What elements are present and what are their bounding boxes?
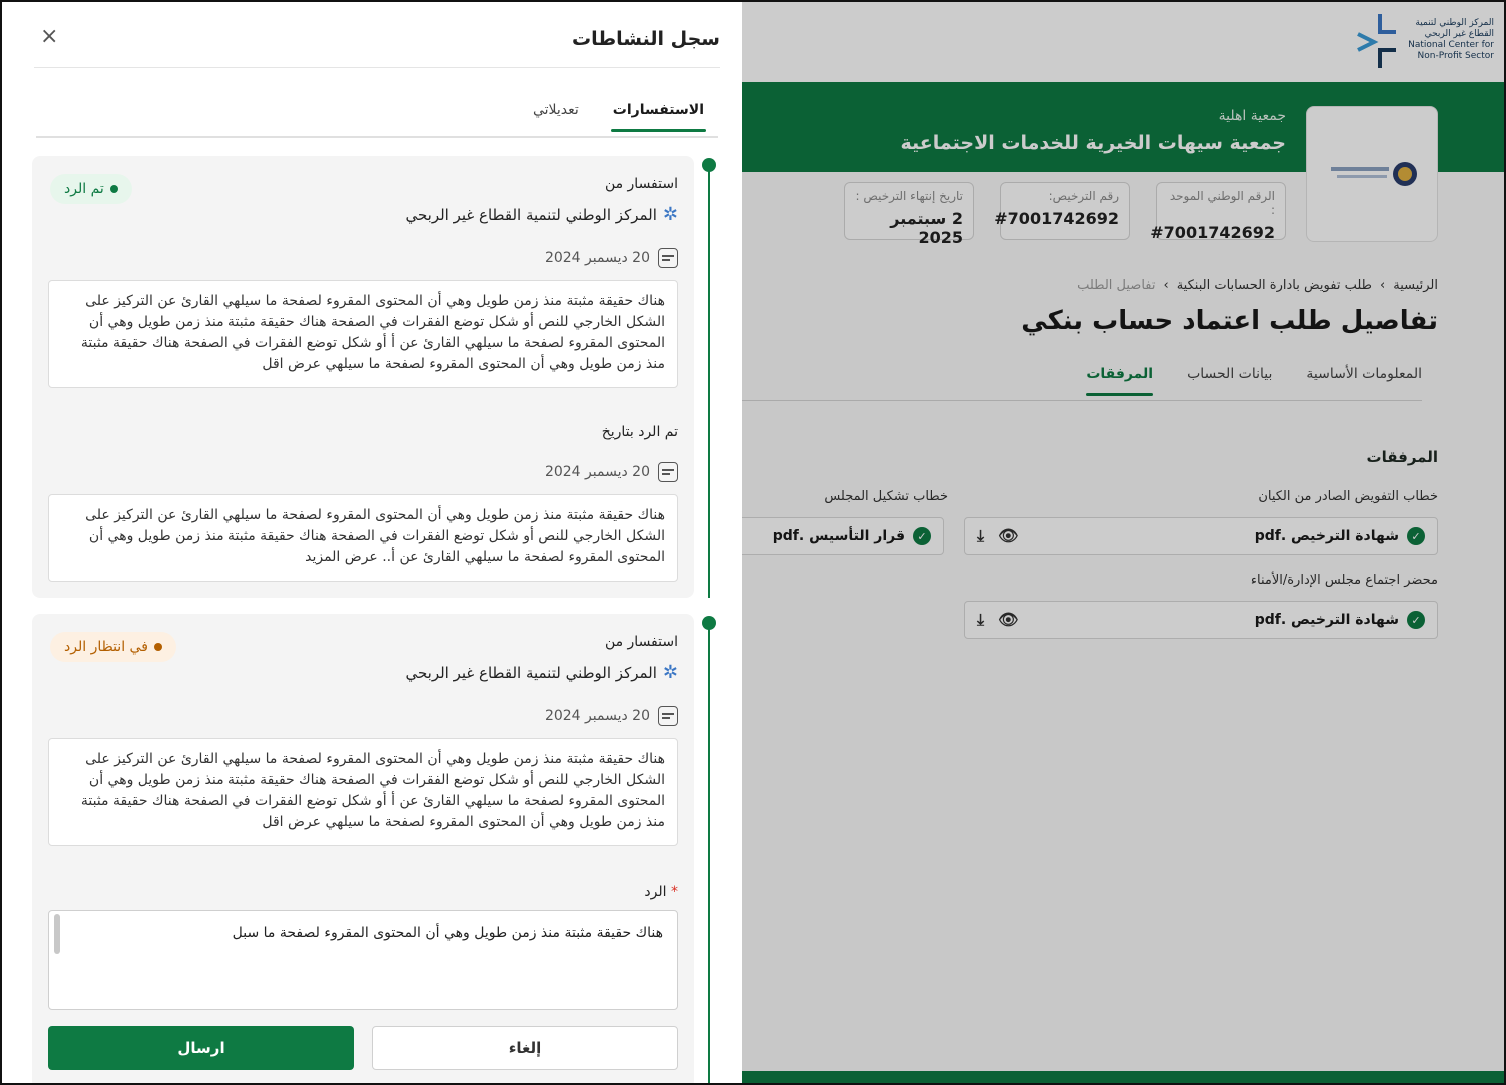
reply-field-label: * الرد [644, 884, 678, 900]
activity-log-panel: سجل النشاطات × الاستفسارات تعديلاتي استف… [4, 4, 742, 1083]
inquiry-org: ✲ المركز الوطني لتنمية القطاع غير الربحي [405, 204, 678, 225]
panel-tabs: الاستفسارات تعديلاتي [533, 102, 707, 132]
inquiry-date: 20 ديسمبر 2024 [545, 706, 678, 726]
reply-textarea[interactable]: هناك حقيقة مثبتة منذ زمن طويل وهي أن الم… [48, 910, 678, 1010]
send-button[interactable]: ارسال [48, 1026, 354, 1070]
cancel-button[interactable]: إلغاء [372, 1026, 678, 1070]
textarea-scrollbar[interactable] [54, 914, 60, 954]
status-text: تم الرد [64, 181, 104, 197]
status-badge: في انتظار الرد [50, 632, 176, 662]
org-name: المركز الوطني لتنمية القطاع غير الربحي [405, 205, 657, 224]
panel-header: سجل النشاطات × [34, 24, 720, 68]
inquiry-from-label: استفسار من [604, 176, 678, 192]
replied-on-label: تم الرد بتاريخ [601, 424, 678, 440]
date-text: 20 ديسمبر 2024 [544, 464, 650, 480]
status-badge: تم الرد [50, 174, 132, 204]
ncnp-star-icon: ✲ [662, 204, 678, 225]
timeline-line [708, 166, 710, 598]
reply-date: 20 ديسمبر 2024 [545, 462, 678, 482]
calendar-icon [658, 248, 678, 268]
modal-overlay[interactable] [742, 2, 1504, 1083]
inquiry-card: استفسار من في انتظار الرد ✲ المركز الوطن… [32, 614, 694, 1083]
ncnp-star-icon: ✲ [662, 662, 678, 683]
org-name: المركز الوطني لتنمية القطاع غير الربحي [405, 663, 657, 682]
status-dot [109, 185, 118, 193]
screen: المركز الوطني لتنمية القطاع غير الربحي N… [0, 0, 1506, 1085]
reply-label-text: الرد [644, 884, 667, 900]
timeline-dot [702, 158, 716, 172]
date-text: 20 ديسمبر 2024 [544, 250, 650, 266]
inquiry-date: 20 ديسمبر 2024 [545, 248, 678, 268]
reply-text: هناك حقيقة مثبتة منذ زمن طويل وهي أن الم… [48, 494, 678, 582]
status-text: في انتظار الرد [64, 639, 148, 655]
panel-title: سجل النشاطات [572, 28, 720, 50]
panel-tabs-divider [36, 136, 718, 138]
inquiry-card: استفسار من تم الرد ✲ المركز الوطني لتنمي… [32, 156, 694, 598]
inquiry-text: هناك حقيقة مثبتة منذ زمن طويل وهي أن الم… [48, 280, 678, 388]
timeline-dot [702, 616, 716, 630]
tab-my-edits[interactable]: تعديلاتي [533, 102, 579, 118]
status-dot [153, 643, 162, 651]
inquiry-from-label: استفسار من [604, 634, 678, 650]
tab-inquiries[interactable]: الاستفسارات [610, 102, 707, 132]
calendar-icon [658, 462, 678, 482]
timeline-line [708, 624, 710, 1083]
date-text: 20 ديسمبر 2024 [544, 708, 650, 724]
required-marker: * [671, 884, 678, 900]
inquiry-text: هناك حقيقة مثبتة منذ زمن طويل وهي أن الم… [48, 738, 678, 846]
close-icon[interactable]: × [40, 24, 58, 49]
calendar-icon [658, 706, 678, 726]
background-app: المركز الوطني لتنمية القطاع غير الربحي N… [742, 2, 1504, 1083]
inquiry-org: ✲ المركز الوطني لتنمية القطاع غير الربحي [405, 662, 678, 683]
